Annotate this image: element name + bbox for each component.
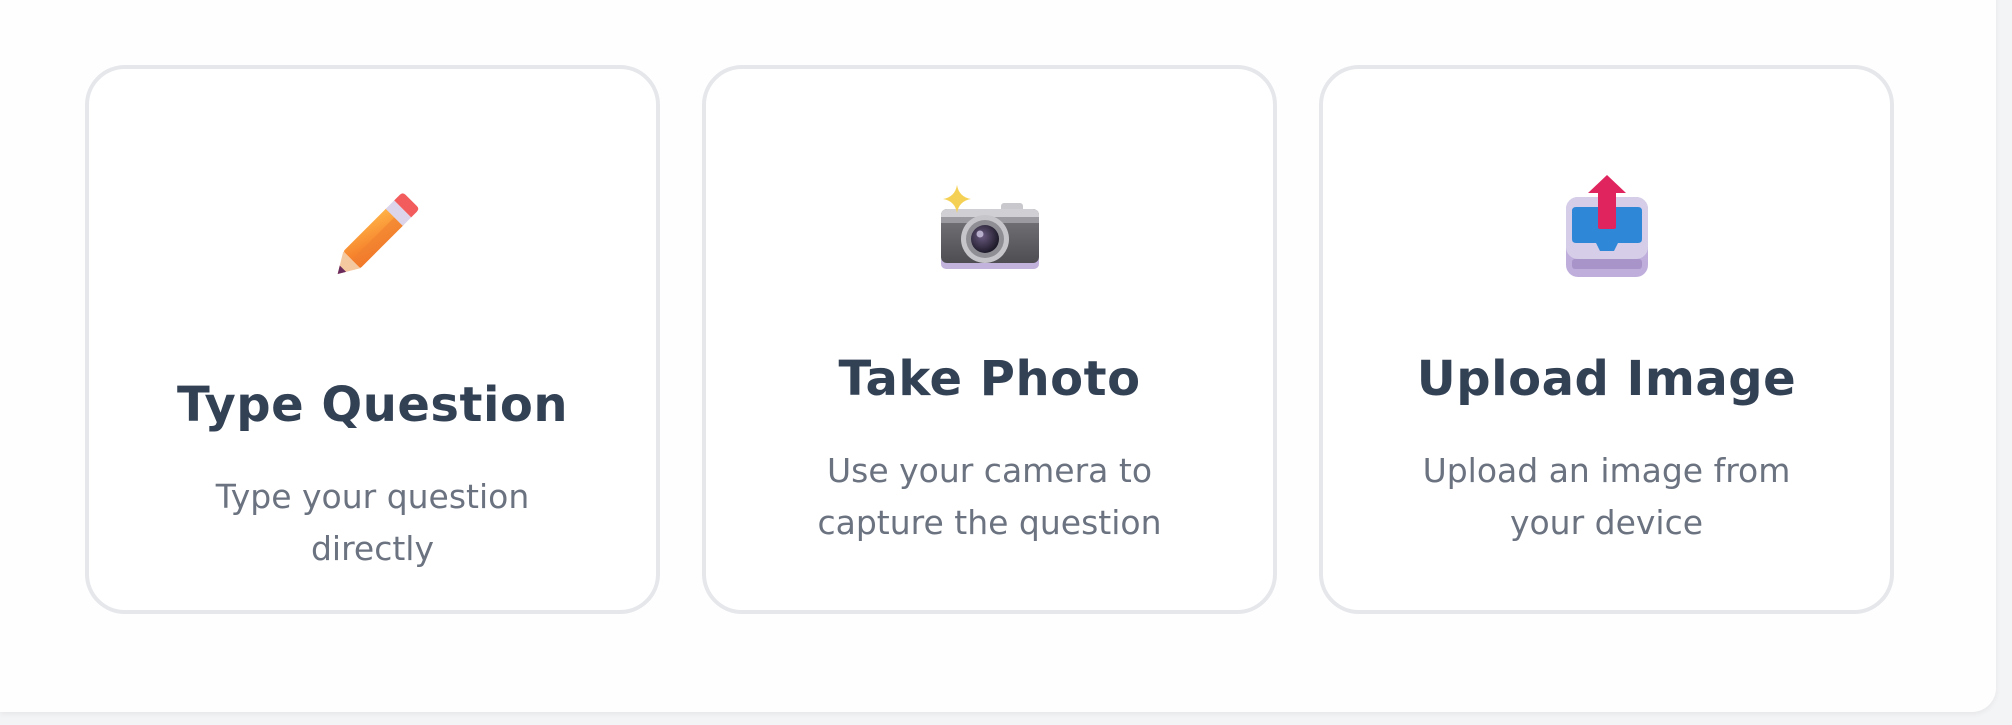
card-title: Take Photo	[838, 351, 1141, 407]
upload-image-card[interactable]: Upload Image Upload an image from your d…	[1319, 65, 1894, 614]
card-title: Upload Image	[1416, 351, 1797, 407]
card-description: Use your camera to capture the question	[817, 451, 1162, 542]
card-description: Type your question directly	[215, 477, 530, 568]
take-photo-card[interactable]: Take Photo Use your camera to capture th…	[702, 65, 1277, 614]
card-description: Upload an image from your device	[1422, 451, 1791, 542]
pencil-icon	[337, 193, 418, 274]
input-method-cards: Type Question Type your question directl…	[85, 65, 1894, 614]
type-question-card[interactable]: Type Question Type your question directl…	[85, 65, 660, 614]
card-title: Type Question	[176, 377, 569, 433]
upload-tray-icon	[1565, 175, 1648, 277]
camera-icon	[940, 185, 1039, 269]
